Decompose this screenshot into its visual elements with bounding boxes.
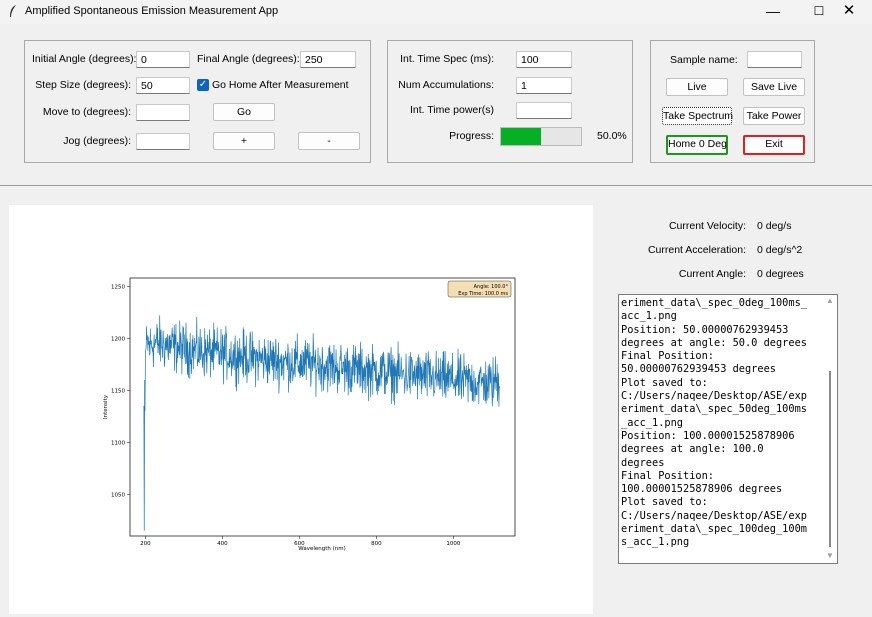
int-time-spec-input[interactable]: 100 xyxy=(516,51,572,68)
y-tick-label: 1200 xyxy=(111,336,125,342)
log-line: 100.00001525878906 degrees xyxy=(621,483,783,496)
acceleration-label: Current Acceleration: xyxy=(647,244,746,256)
int-time-spec-label: Int. Time Spec (ms): xyxy=(400,53,494,65)
take-power-button[interactable]: Take Power xyxy=(743,107,805,125)
go-home-label: Go Home After Measurement xyxy=(212,79,349,91)
log-line: Position: 100.00001525878906 xyxy=(621,429,795,442)
sample-name-input[interactable] xyxy=(747,51,802,68)
save-live-button[interactable]: Save Live xyxy=(743,78,805,96)
log-line: degrees at angle: 100.0 xyxy=(621,443,764,456)
y-tick-label: 1150 xyxy=(111,388,125,394)
final-angle-label: Final Angle (degrees): xyxy=(197,53,300,65)
x-tick-label: 800 xyxy=(371,541,382,547)
log-line: eriment_data\_spec_100deg_100m xyxy=(621,523,807,536)
scroll-down-arrow-icon[interactable]: ▼ xyxy=(824,551,836,561)
log-line: C:/Users/naqee/Desktop/ASE/exp xyxy=(621,390,807,403)
acceleration-value: 0 deg/s^2 xyxy=(757,244,803,256)
log-line: degrees xyxy=(621,456,665,469)
y-tick-label: 1100 xyxy=(111,440,125,446)
live-button[interactable]: Live xyxy=(666,78,728,96)
annotation-exptime: Exp Time: 100.0 ms xyxy=(458,291,508,297)
initial-angle-label: Initial Angle (degrees): xyxy=(32,53,137,65)
progress-percent: 50.0% xyxy=(597,130,627,142)
step-size-label: Step Size (degrees): xyxy=(35,79,131,91)
y-tick-label: 1050 xyxy=(111,492,125,498)
jog-input[interactable] xyxy=(136,133,190,150)
scroll-up-arrow-icon[interactable]: ▲ xyxy=(824,296,836,306)
log-line: Final Position: xyxy=(621,350,714,363)
plot-frame xyxy=(129,277,516,537)
int-time-power-label: Int. Time power(s) xyxy=(409,104,494,116)
log-text[interactable]: eriment_data\_spec_0deg_100ms_ acc_1.png P… xyxy=(621,297,823,561)
go-home-checkbox[interactable]: ✓ xyxy=(197,79,209,91)
jog-plus-button[interactable]: + xyxy=(213,132,275,150)
step-size-input[interactable]: 50 xyxy=(136,77,190,94)
log-line: Final Position: xyxy=(621,469,714,482)
go-button[interactable]: Go xyxy=(213,103,275,121)
home-0-deg-button[interactable]: Home 0 Deg xyxy=(666,135,728,155)
scrollbar-thumb[interactable] xyxy=(829,371,831,547)
log-line: degrees at angle: 50.0 degrees xyxy=(621,336,807,349)
log-line: Plot saved to: xyxy=(621,496,708,509)
x-tick-label: 200 xyxy=(140,541,151,547)
num-accumulations-input[interactable]: 1 xyxy=(516,77,572,94)
spectrum-chart: 200 400 600 800 100010501100115012001250 Wav… xyxy=(103,277,516,552)
log-line: acc_1.png xyxy=(621,310,677,323)
plot-canvas: 200 400 600 800 1000 1050 1100 1150 1200 1250 Wav… xyxy=(9,205,593,614)
progress-bar xyxy=(500,127,582,146)
jog-minus-button[interactable]: - xyxy=(298,132,360,150)
jog-label: Jog (degrees): xyxy=(63,135,131,147)
log-line: Position: 50.00000762939453 xyxy=(621,323,789,336)
series-group xyxy=(143,315,500,531)
log-line: eriment_data\_spec_0deg_100ms_ xyxy=(621,297,807,309)
window-title: Amplified Spontaneous Emission Measureme… xyxy=(25,5,279,17)
initial-angle-input[interactable]: 0 xyxy=(136,51,190,68)
log-console[interactable]: eriment_data\_spec_0deg_100ms_ acc_1.png P… xyxy=(618,294,838,564)
sample-name-label: Sample name: xyxy=(670,54,738,66)
close-window-button[interactable]: ✕ xyxy=(826,0,872,24)
log-line: s_acc_1.png xyxy=(621,536,690,549)
take-spectrum-button[interactable]: Take Spectrum xyxy=(662,107,733,125)
x-tick-label: 400 xyxy=(217,541,228,547)
x-tick-label: 1000 xyxy=(446,541,460,547)
int-time-power-input[interactable] xyxy=(516,102,572,119)
section-divider xyxy=(0,185,872,186)
move-to-input[interactable] xyxy=(136,104,190,121)
progress-fill xyxy=(501,128,541,145)
exit-button[interactable]: Exit xyxy=(743,135,805,155)
angle-value: 0 degrees xyxy=(757,268,804,280)
log-line: Plot saved to: xyxy=(621,376,708,389)
annotation-angle: Angle: 100.0° xyxy=(474,284,509,290)
log-line: 50.00000762939453 degrees xyxy=(621,363,776,376)
feather-icon xyxy=(10,5,16,17)
move-to-label: Move to (degrees): xyxy=(42,106,131,118)
y-axis-label: Intensity xyxy=(103,394,109,419)
spectrum-line xyxy=(143,315,500,531)
velocity-label: Current Velocity: xyxy=(668,220,746,232)
y-tick-label: 1250 xyxy=(111,284,125,290)
progress-label: Progress: xyxy=(449,130,494,142)
log-line: C:/Users/naqee/Desktop/ASE/exp xyxy=(621,509,807,522)
angle-label: Current Angle: xyxy=(678,268,746,280)
log-line: _acc_1.png xyxy=(621,416,683,429)
x-axis-label: Wavelength (nm) xyxy=(298,546,346,552)
final-angle-input[interactable]: 250 xyxy=(300,51,356,68)
num-accumulations-label: Num Accumulations: xyxy=(398,79,494,91)
log-line: eriment_data\_spec_50deg_100ms xyxy=(621,403,807,416)
velocity-value: 0 deg/s xyxy=(757,220,792,232)
ticks-group: 200 400 600 800 100010501100115012001250 xyxy=(111,284,461,547)
minimize-button[interactable]: — xyxy=(750,0,796,24)
